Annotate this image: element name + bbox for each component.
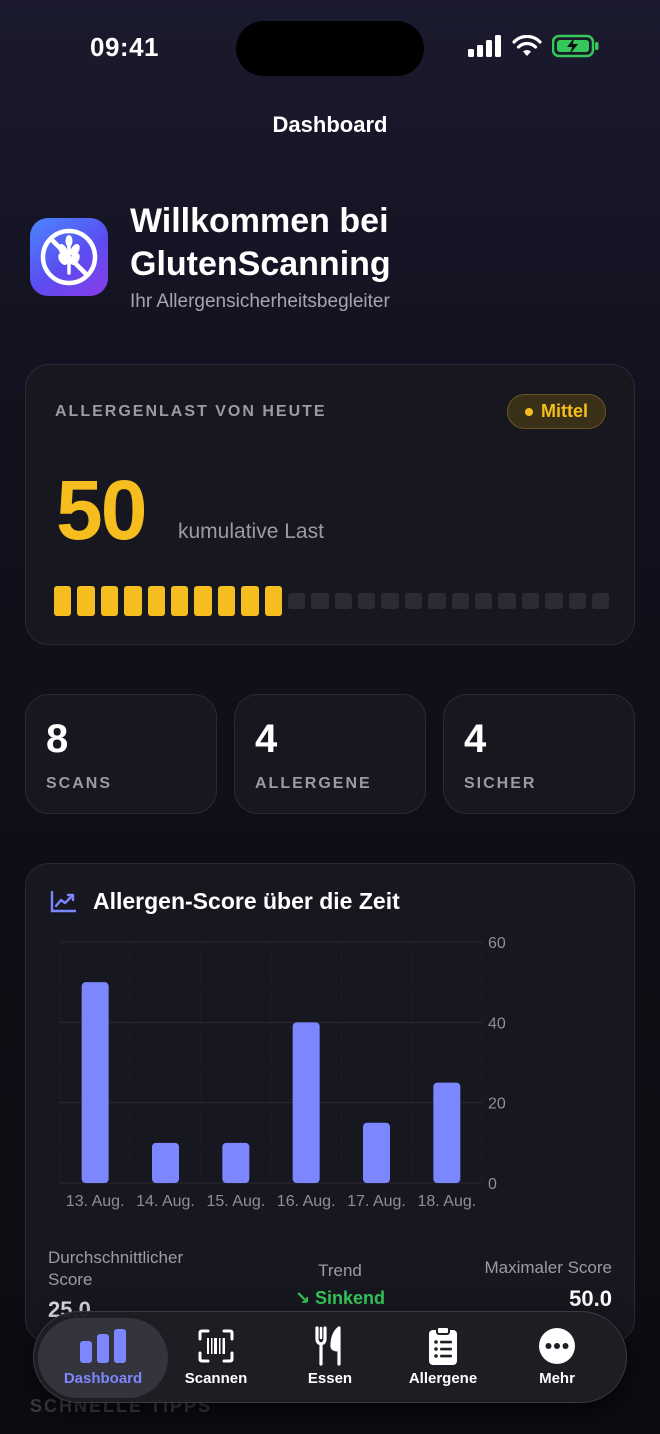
chart-bar [81, 982, 109, 1183]
allergen-load-meter [54, 586, 610, 616]
x-tick-label: 16. Aug. [277, 1193, 336, 1210]
meter-segment [498, 593, 516, 609]
load-level-label: Mittel [541, 401, 588, 421]
cellular-signal-icon [468, 35, 501, 57]
meter-segment [264, 586, 282, 616]
x-tick-label: 13. Aug. [66, 1193, 125, 1210]
trend-label: Trend [318, 1261, 362, 1280]
load-level-badge: Mittel [507, 394, 606, 429]
meter-segment [568, 593, 586, 609]
dynamic-island [236, 21, 424, 76]
welcome-subtitle: Ihr Allergensicherheitsbegleiter [130, 291, 390, 312]
tab-food[interactable]: Essen [265, 1318, 395, 1398]
tab-allergens[interactable]: Allergene [378, 1318, 508, 1398]
stat-value: 8 [46, 717, 69, 761]
barcode-scan-icon [198, 1329, 234, 1363]
stat-scans[interactable]: 8 SCANS [25, 694, 217, 814]
allergen-load-title: ALLERGENLAST VON HEUTE [55, 403, 327, 420]
status-dot-icon [525, 407, 533, 416]
status-time: 09:41 [90, 32, 159, 62]
tab-label: Mehr [539, 1370, 575, 1387]
meter-segment [334, 593, 353, 609]
stat-value: 4 [255, 717, 278, 761]
line-chart-icon [50, 890, 76, 913]
meter-segment [591, 593, 610, 609]
status-icons [468, 34, 600, 58]
x-tick-label: 14. Aug. [136, 1193, 195, 1210]
trend-value: ↘ Sinkend [294, 1288, 386, 1308]
tab-label: Dashboard [63, 1370, 143, 1387]
average-score-label: Durchschnittlicher Score [48, 1248, 184, 1289]
meter-segment [100, 586, 119, 616]
meter-segment [287, 593, 306, 609]
meter-segment [241, 586, 259, 616]
wifi-icon [512, 35, 542, 56]
meter-segment [521, 593, 540, 609]
meter-segment [475, 593, 493, 609]
x-tick-label: 17. Aug. [347, 1193, 406, 1210]
meter-segment [54, 586, 72, 616]
no-gluten-icon [40, 228, 98, 286]
tab-bar: Dashboard Scannen Essen Allergene Mehr [33, 1311, 627, 1403]
allergen-load-caption: kumulative Last [178, 520, 324, 543]
tab-scan[interactable]: Scannen [151, 1318, 281, 1398]
stat-safe[interactable]: 4 SICHER [443, 694, 635, 814]
tab-label: Scannen [184, 1370, 248, 1387]
meter-segment [147, 586, 165, 616]
meter-segment [545, 593, 563, 609]
allergen-score-chart: 0 20 40 60 13. Aug. 14. Aug. 15. Aug. 16. Aug. 1… [59, 935, 506, 1210]
meter-segment [124, 586, 142, 616]
max-score-value: 50.0 [569, 1286, 612, 1311]
meter-segment [451, 593, 470, 609]
tab-dashboard[interactable]: Dashboard [38, 1318, 168, 1398]
chart-title: Allergen-Score über die Zeit [93, 888, 400, 914]
chart-bar [292, 1022, 320, 1183]
clipboard-list-icon [429, 1326, 457, 1365]
meter-segment [358, 593, 376, 609]
stat-label: SCANS [46, 775, 113, 792]
meter-segment [311, 593, 329, 609]
nav-title: Dashboard [272, 112, 388, 137]
tab-more[interactable]: Mehr [492, 1318, 622, 1398]
y-tick-label: 0 [488, 1176, 497, 1193]
y-tick-label: 40 [488, 1015, 506, 1032]
stat-allergens[interactable]: 4 ALLERGENE [234, 694, 426, 814]
meter-segment [217, 586, 236, 616]
max-score-label: Maximaler Score [484, 1258, 612, 1277]
battery-charging-icon [552, 34, 599, 58]
x-tick-label: 18. Aug. [417, 1193, 476, 1210]
meter-segment [404, 593, 423, 609]
meter-segment [381, 593, 399, 609]
chart-bar-icon [80, 1329, 126, 1363]
meter-segment [77, 586, 95, 616]
stat-label: SICHER [464, 775, 537, 792]
app-logo [30, 218, 108, 296]
chart-bar [152, 1142, 179, 1183]
tab-label: Allergene [408, 1370, 478, 1387]
chart-bar [433, 1082, 461, 1183]
ellipsis-circle-icon [539, 1328, 575, 1364]
y-tick-label: 20 [488, 1096, 506, 1113]
fork-knife-icon [315, 1326, 341, 1366]
stat-label: ALLERGENE [255, 775, 372, 792]
meter-segment [170, 586, 189, 616]
stat-value: 4 [464, 717, 487, 761]
x-tick-label: 15. Aug. [206, 1193, 265, 1210]
chart-bar [222, 1142, 250, 1183]
allergen-load-value: 50 [56, 463, 147, 557]
welcome-title: Willkommen bei GlutenScanning [130, 202, 391, 283]
meter-segment [428, 593, 446, 609]
meter-segment [194, 586, 212, 616]
y-tick-label: 60 [488, 935, 506, 952]
tab-label: Essen [307, 1370, 353, 1387]
chart-bar [363, 1122, 390, 1183]
